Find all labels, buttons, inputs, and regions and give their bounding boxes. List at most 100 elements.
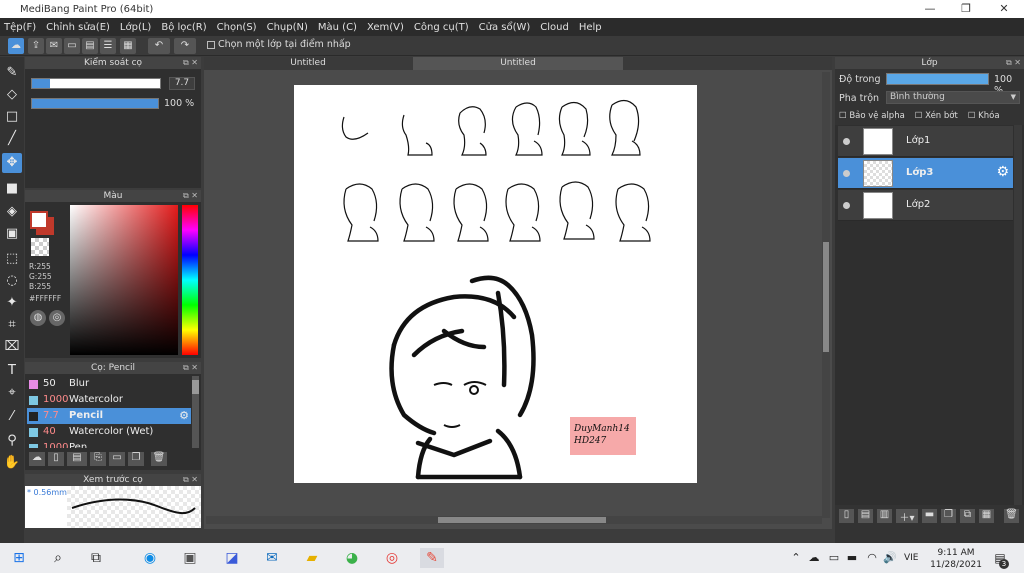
add-layer-menu-icon[interactable]: ＋▾: [896, 509, 918, 524]
menu-tools[interactable]: Công cụ(T): [414, 22, 469, 33]
onedrive-icon[interactable]: ☁: [804, 548, 824, 568]
brush-opacity-slider[interactable]: [31, 98, 159, 109]
menu-layer[interactable]: Lớp(L): [120, 22, 151, 33]
layer-row-lop2[interactable]: Lớp2: [838, 190, 1013, 221]
line-tool-icon[interactable]: ╱: [2, 129, 22, 149]
search-icon[interactable]: ⌕: [48, 548, 68, 568]
menu-filter[interactable]: Bộ lọc(R): [161, 22, 206, 33]
vertical-scrollbar-thumb[interactable]: [823, 242, 829, 352]
clipping-checkbox[interactable]: ☐ Xén bớt: [915, 111, 958, 121]
scrollbar-thumb[interactable]: [192, 380, 199, 394]
menu-window[interactable]: Cửa sổ(W): [479, 22, 531, 33]
panel-close-icon[interactable]: ⧉ ✕: [183, 57, 198, 69]
bucket-tool-icon[interactable]: ◈: [2, 202, 22, 222]
menu-help[interactable]: Help: [579, 22, 602, 33]
dropper-tool-icon[interactable]: ⁄: [2, 407, 22, 427]
menu-snap[interactable]: Chụp(N): [267, 22, 308, 33]
brush-list-scrollbar[interactable]: [192, 376, 199, 448]
redo-icon[interactable]: ↷: [174, 38, 196, 54]
add-brush-icon[interactable]: ▤: [67, 452, 87, 466]
store-icon[interactable]: ▣: [180, 548, 200, 568]
divide-tool-icon[interactable]: ⚲: [2, 431, 22, 451]
menu-edit[interactable]: Chỉnh sửa(E): [46, 22, 110, 33]
battery-icon[interactable]: ▬: [842, 548, 862, 568]
select-layer-checkbox[interactable]: [207, 41, 215, 49]
task-view-icon[interactable]: ⧉: [86, 548, 106, 568]
fill-rect-tool-icon[interactable]: ■: [2, 179, 22, 199]
tab-untitled-2[interactable]: Untitled: [413, 57, 623, 70]
clock[interactable]: 9:11 AM 11/28/2021: [930, 547, 982, 571]
powerpoint-app-icon[interactable]: ◪: [222, 548, 242, 568]
vertical-scrollbar[interactable]: [822, 72, 830, 518]
protect-alpha-checkbox[interactable]: ☐ Bảo vệ alpha: [839, 111, 905, 121]
layer-folder-icon[interactable]: ▬: [922, 509, 937, 523]
visibility-eye-icon[interactable]: [843, 138, 850, 145]
file-explorer-icon[interactable]: ▰: [302, 548, 322, 568]
foreground-color-swatch[interactable]: [30, 211, 48, 229]
new-brush-icon[interactable]: ▯: [48, 452, 64, 466]
minimize-button[interactable]: —: [912, 0, 948, 18]
text-tool-icon[interactable]: T: [2, 361, 22, 381]
menu-color[interactable]: Màu (C): [318, 22, 357, 33]
page-icon[interactable]: ▤: [82, 38, 98, 54]
delete-brush-icon[interactable]: 🗑: [151, 452, 167, 466]
brush-item-blur[interactable]: 50 Blur: [27, 376, 187, 392]
menu-cloud[interactable]: Cloud: [540, 22, 569, 33]
input-language[interactable]: VIE: [904, 553, 919, 563]
transparent-color-swatch[interactable]: [31, 238, 49, 256]
select-pen-icon[interactable]: ⌗: [2, 315, 22, 335]
mail-icon[interactable]: ✉: [262, 548, 282, 568]
duplicate-layer-icon[interactable]: ❐: [941, 509, 956, 523]
horizontal-scrollbar[interactable]: [206, 516, 822, 524]
duplicate-icon[interactable]: ❐: [128, 452, 144, 466]
layer-list-scrollbar[interactable]: [1014, 125, 1022, 505]
edge-browser-icon[interactable]: ◉: [140, 548, 160, 568]
hand-tool-icon[interactable]: ✋: [2, 453, 22, 473]
palette-alt-icon[interactable]: ◎: [49, 310, 65, 326]
lock-checkbox[interactable]: ☐ Khóa: [968, 111, 1000, 121]
select-eraser-icon[interactable]: ⌧: [2, 337, 22, 357]
panel-close-icon[interactable]: ⧉ ✕: [1006, 57, 1021, 69]
brush-item-watercolor[interactable]: 1000 Watercolor: [27, 392, 187, 408]
hue-slider[interactable]: [182, 205, 198, 355]
panel-close-icon[interactable]: ⧉ ✕: [183, 362, 198, 374]
menu-file[interactable]: Tệp(F): [4, 22, 36, 33]
panel-close-icon[interactable]: ⧉ ✕: [183, 474, 198, 486]
chrome-icon[interactable]: ◎: [382, 548, 402, 568]
magic-wand-icon[interactable]: ✦: [2, 293, 22, 313]
medibang-app-icon[interactable]: ✎: [420, 548, 444, 568]
rectangle-tool-icon[interactable]: □: [2, 107, 22, 127]
saturation-value-picker[interactable]: [70, 205, 178, 355]
layer-settings-gear-icon[interactable]: ⚙: [996, 164, 1009, 180]
delete-layer-icon[interactable]: 🗑: [1004, 509, 1019, 523]
panel-close-icon[interactable]: ⧉ ✕: [183, 190, 198, 202]
horizontal-scrollbar-thumb[interactable]: [438, 517, 606, 523]
drawing-canvas[interactable]: DuyManh14 HD247: [294, 85, 697, 483]
lasso-icon[interactable]: ◌: [2, 271, 22, 291]
copy-brush-icon[interactable]: ⎘: [90, 452, 106, 466]
chevron-up-icon[interactable]: ⌃: [786, 548, 806, 568]
brush-item-watercolor-wet[interactable]: 40 Watercolor (Wet): [27, 424, 187, 440]
brush-item-pen[interactable]: 1000 Pen: [27, 440, 187, 448]
new-1bit-layer-icon[interactable]: ▥: [877, 509, 892, 523]
eraser-tool-icon[interactable]: ◇: [2, 85, 22, 105]
game-app-icon[interactable]: ◕: [342, 548, 362, 568]
maximize-button[interactable]: ❐: [948, 0, 984, 18]
move-tool-icon[interactable]: ✥: [2, 153, 22, 173]
layer-row-lop3[interactable]: Lớp3 ⚙: [838, 158, 1013, 189]
operation-tool-icon[interactable]: ⌖: [2, 383, 22, 403]
visibility-eye-icon[interactable]: [843, 202, 850, 209]
select-rect-icon[interactable]: ⬚: [2, 249, 22, 269]
comment-icon[interactable]: ✉: [46, 38, 62, 54]
chat-icon[interactable]: ▭: [64, 38, 80, 54]
brush-tool-icon[interactable]: ✎: [2, 63, 22, 83]
list-icon[interactable]: ☰: [100, 38, 116, 54]
gradient-tool-icon[interactable]: ▣: [2, 224, 22, 244]
close-button[interactable]: ✕: [986, 0, 1022, 18]
volume-icon[interactable]: 🔊: [880, 548, 900, 568]
new-halftone-layer-icon[interactable]: ▤: [858, 509, 873, 523]
share-icon[interactable]: ⇪: [28, 38, 44, 54]
brush-size-slider[interactable]: [31, 78, 161, 89]
windows-start-icon[interactable]: ⊞: [9, 548, 29, 568]
cloud-brush-icon[interactable]: ☁: [29, 452, 45, 466]
